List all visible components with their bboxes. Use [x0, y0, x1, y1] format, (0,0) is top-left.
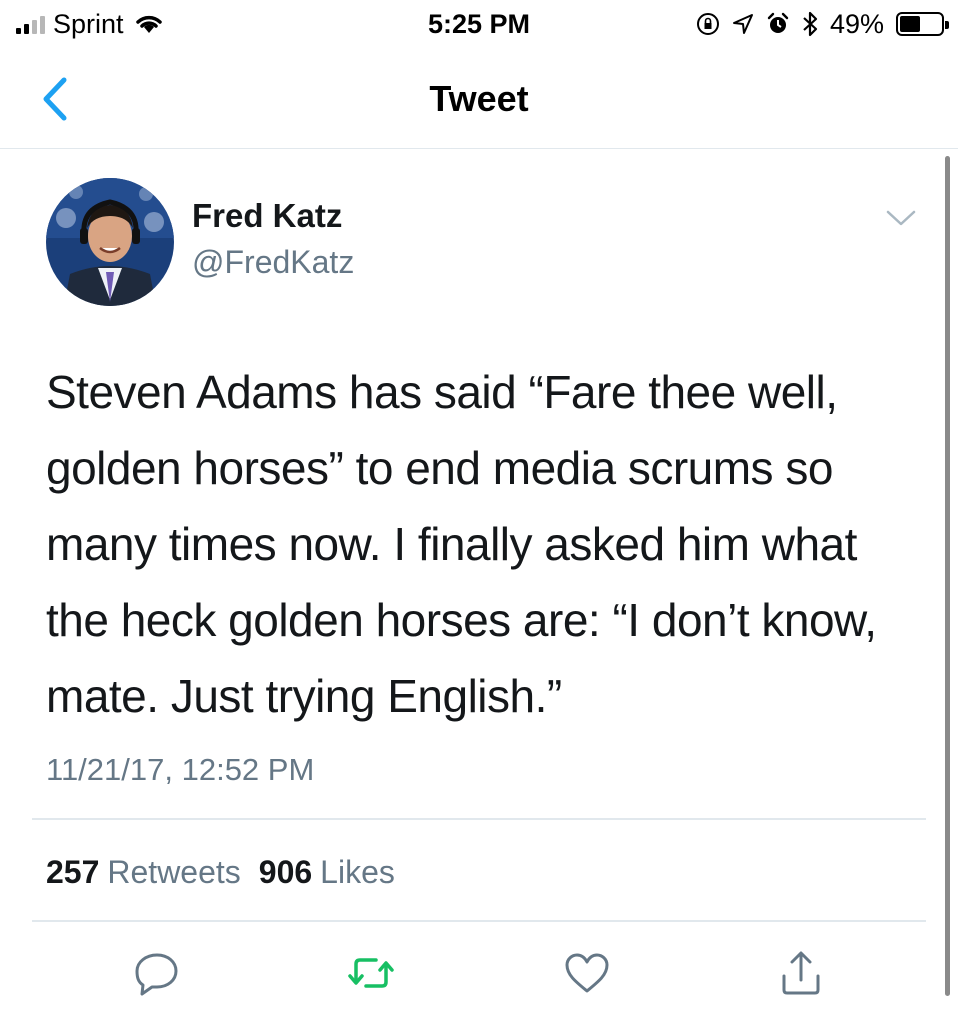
share-button[interactable]	[776, 948, 826, 998]
chevron-down-icon	[886, 210, 916, 226]
avatar-image	[46, 178, 174, 306]
tweet-detail-screen: Sprint 5:25 PM 49% Tweet Fred Katz @Fred…	[0, 0, 958, 1024]
battery-percent: 49%	[829, 8, 884, 39]
retweets-label[interactable]: Retweets	[107, 854, 240, 890]
bluetooth-icon	[803, 11, 818, 37]
retweet-button[interactable]	[346, 948, 396, 998]
alarm-icon	[767, 12, 789, 33]
reply-icon	[135, 953, 178, 996]
divider	[32, 818, 926, 820]
retweets-count[interactable]: 257	[46, 854, 99, 890]
likes-label[interactable]: Likes	[320, 854, 395, 890]
status-bar: Sprint 5:25 PM 49%	[0, 0, 958, 50]
tweet-options-button[interactable]	[884, 206, 918, 230]
likes-count[interactable]: 906	[259, 854, 312, 890]
like-button[interactable]	[562, 948, 612, 998]
battery-fill	[900, 16, 920, 32]
author-name[interactable]: Fred Katz	[192, 196, 342, 236]
heart-icon	[565, 953, 609, 993]
rotation-lock-icon	[696, 13, 719, 35]
nav-bar: Tweet	[0, 50, 958, 149]
avatar[interactable]	[46, 178, 174, 306]
tweet-timestamp: 11/21/17, 12:52 PM	[46, 752, 315, 787]
page-title: Tweet	[429, 78, 529, 119]
author-handle[interactable]: @FredKatz	[192, 242, 354, 282]
scrollbar[interactable]	[945, 156, 950, 996]
location-icon	[732, 14, 753, 34]
battery-icon	[896, 12, 949, 36]
tweet-text: Steven Adams has said “Fare thee well, g…	[46, 366, 877, 722]
tweet-stats: 257 Retweets 906 Likes	[46, 852, 413, 892]
divider	[32, 920, 926, 922]
share-icon	[782, 951, 820, 995]
retweet-icon	[348, 958, 394, 988]
reply-button[interactable]	[132, 948, 182, 998]
